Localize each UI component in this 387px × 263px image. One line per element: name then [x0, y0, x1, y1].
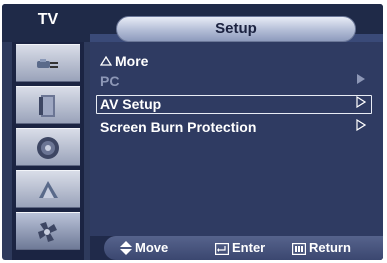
sidebar-item-picture[interactable]: [16, 86, 80, 124]
menu-item-more-label: More: [115, 53, 149, 69]
menu-title: Setup: [116, 16, 356, 42]
source-label: TV: [37, 11, 59, 28]
picture-screen-icon: [39, 95, 55, 117]
hint-move-label: Move: [135, 240, 169, 255]
up-triangle-icon: [100, 56, 112, 66]
menu-item-pc-label: PC: [100, 73, 120, 89]
submenu-arrow-icon: [356, 118, 367, 137]
button-hint-bar: Move Enter Return: [90, 236, 383, 260]
enter-key-icon: [215, 243, 230, 256]
menu-item-pc[interactable]: PC: [96, 72, 372, 91]
menu-content: More PC AV Setup Screen Burn Protection: [90, 42, 383, 236]
setup-tools-icon: [38, 222, 57, 242]
sidebar-item-setup[interactable]: [16, 212, 80, 250]
osd-header: TV Setup: [2, 4, 383, 42]
submenu-arrow-icon: [356, 95, 367, 114]
hint-return-label: Return: [309, 240, 351, 255]
return-menu-icon: [292, 243, 307, 256]
input-plug-icon: [37, 59, 58, 68]
sidebar-item-input[interactable]: [16, 44, 80, 82]
osd-menu-window: TV Setup More PC AV Setup Screen Burn Pr…: [2, 4, 383, 260]
menu-item-screen-burn-protection[interactable]: Screen Burn Protection: [96, 118, 372, 137]
menu-item-screen-burn-label: Screen Burn Protection: [100, 119, 257, 135]
submenu-arrow-icon: [356, 72, 366, 91]
menu-item-av-setup[interactable]: AV Setup: [96, 95, 372, 114]
menu-item-more[interactable]: More: [96, 52, 372, 71]
hint-enter: Enter: [215, 236, 265, 260]
sound-speaker-icon: [37, 137, 59, 159]
sidebar-item-channel[interactable]: [16, 170, 80, 208]
hint-enter-label: Enter: [232, 240, 266, 255]
menu-item-av-setup-label: AV Setup: [100, 96, 162, 112]
hint-move: Move: [120, 236, 168, 260]
up-down-arrows-icon: [120, 241, 132, 255]
hint-return: Return: [292, 236, 351, 260]
category-sidebar: [12, 42, 84, 260]
channel-dish-icon: [39, 181, 58, 198]
sidebar-item-sound[interactable]: [16, 128, 80, 166]
